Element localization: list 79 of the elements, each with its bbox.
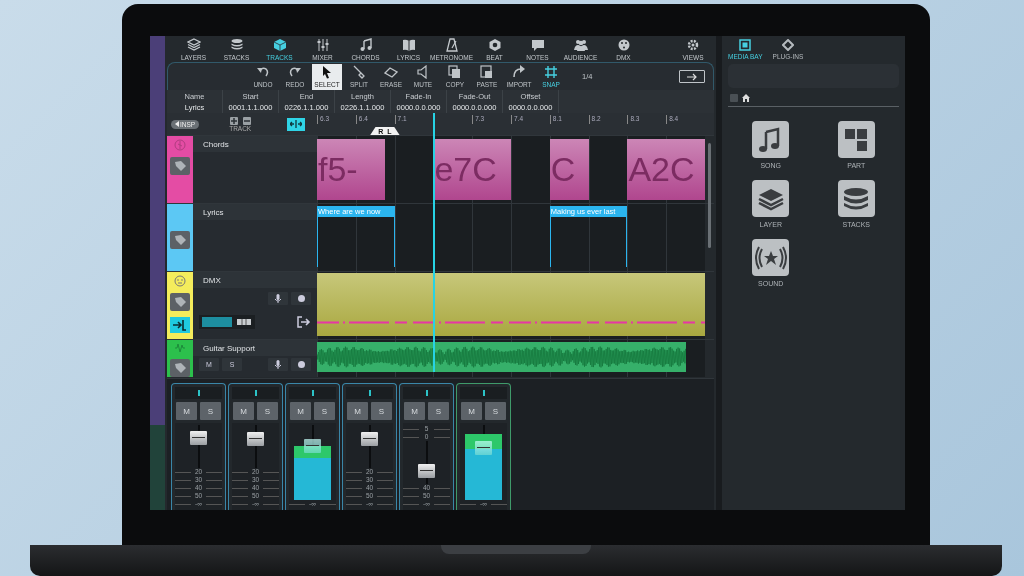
record-button[interactable] [291,292,311,305]
toggle-icon [236,317,252,327]
s-toggle[interactable]: S [314,402,335,420]
signal-indicator [289,387,336,399]
tag-icon [170,359,190,377]
scrollbar-thumb[interactable] [708,143,711,248]
speech-bubble-icon [530,37,545,52]
add-track-button[interactable] [229,116,238,125]
grid-icon [544,65,558,79]
arrow-right-icon [686,72,698,81]
m-toggle[interactable]: M [404,402,425,420]
signal-indicator [232,387,279,399]
m-toggle[interactable]: M [176,402,197,420]
microphone-button[interactable] [268,292,288,305]
database-icon [229,37,244,52]
metronome-icon [444,37,459,52]
microphone-icon [275,360,281,369]
chord-icon [174,139,186,151]
track-name[interactable]: Guitar Support [193,340,317,356]
signal-indicator [346,387,393,399]
fader-handle[interactable] [361,431,378,446]
follow-button[interactable] [287,117,306,131]
m-toggle[interactable]: M [347,402,368,420]
curved-arrow-icon [512,65,526,79]
settings-icon [686,37,700,52]
undo-icon [256,65,270,79]
face-icon [174,275,186,287]
remove-track-button[interactable] [242,116,251,125]
forward-button[interactable] [679,70,705,83]
s-toggle[interactable]: S [485,402,506,420]
square-icon [739,38,752,51]
tag-icon [170,157,190,175]
signal-indicator [175,387,222,399]
s-toggle[interactable]: S [371,402,392,420]
s-toggle[interactable]: S [200,402,221,420]
fader-handle[interactable] [190,430,207,445]
fader-handle[interactable] [418,464,435,479]
music-note-icon [358,37,373,52]
record-icon [297,295,305,302]
track-name[interactable]: Lyrics [193,204,317,220]
m-toggle[interactable]: M [461,402,482,420]
paste-icon [480,65,494,79]
record-icon [297,361,305,368]
signal-indicator [403,387,450,399]
input-icon [170,317,190,333]
copy-icon [448,65,462,79]
dmx-clip[interactable] [317,273,705,336]
knife-icon [352,65,366,79]
tag-icon [170,231,190,249]
redo-icon [288,65,302,79]
s-toggle[interactable]: S [428,402,449,420]
track-name[interactable]: DMX [193,272,317,288]
minus-icon [243,117,250,124]
playhead[interactable] [433,113,436,372]
tag-icon [170,293,190,311]
plug-icon [781,38,794,51]
track-name[interactable]: Chords [193,136,317,152]
speaker-icon [416,65,430,79]
m-toggle[interactable]: M [290,402,311,420]
fader-handle[interactable] [304,439,321,453]
people-icon [573,37,588,52]
sliders-icon [315,37,330,52]
home-icon [742,94,750,102]
record-button[interactable] [291,358,311,371]
checkbox[interactable] [730,94,738,102]
microphone-icon [275,294,281,303]
output-toggle[interactable] [199,315,255,329]
caret-icon [175,121,179,127]
fader-handle[interactable] [247,431,264,446]
eraser-icon [384,65,398,79]
waveform-icon [174,343,186,353]
output-icon [297,316,311,328]
signal-indicator [460,387,507,399]
layers-icon [186,37,201,52]
plus-icon [230,117,237,124]
m-toggle[interactable]: M [233,402,254,420]
s-toggle[interactable]: S [257,402,278,420]
microphone-button[interactable] [268,358,288,371]
split-arrows-icon [290,120,303,128]
